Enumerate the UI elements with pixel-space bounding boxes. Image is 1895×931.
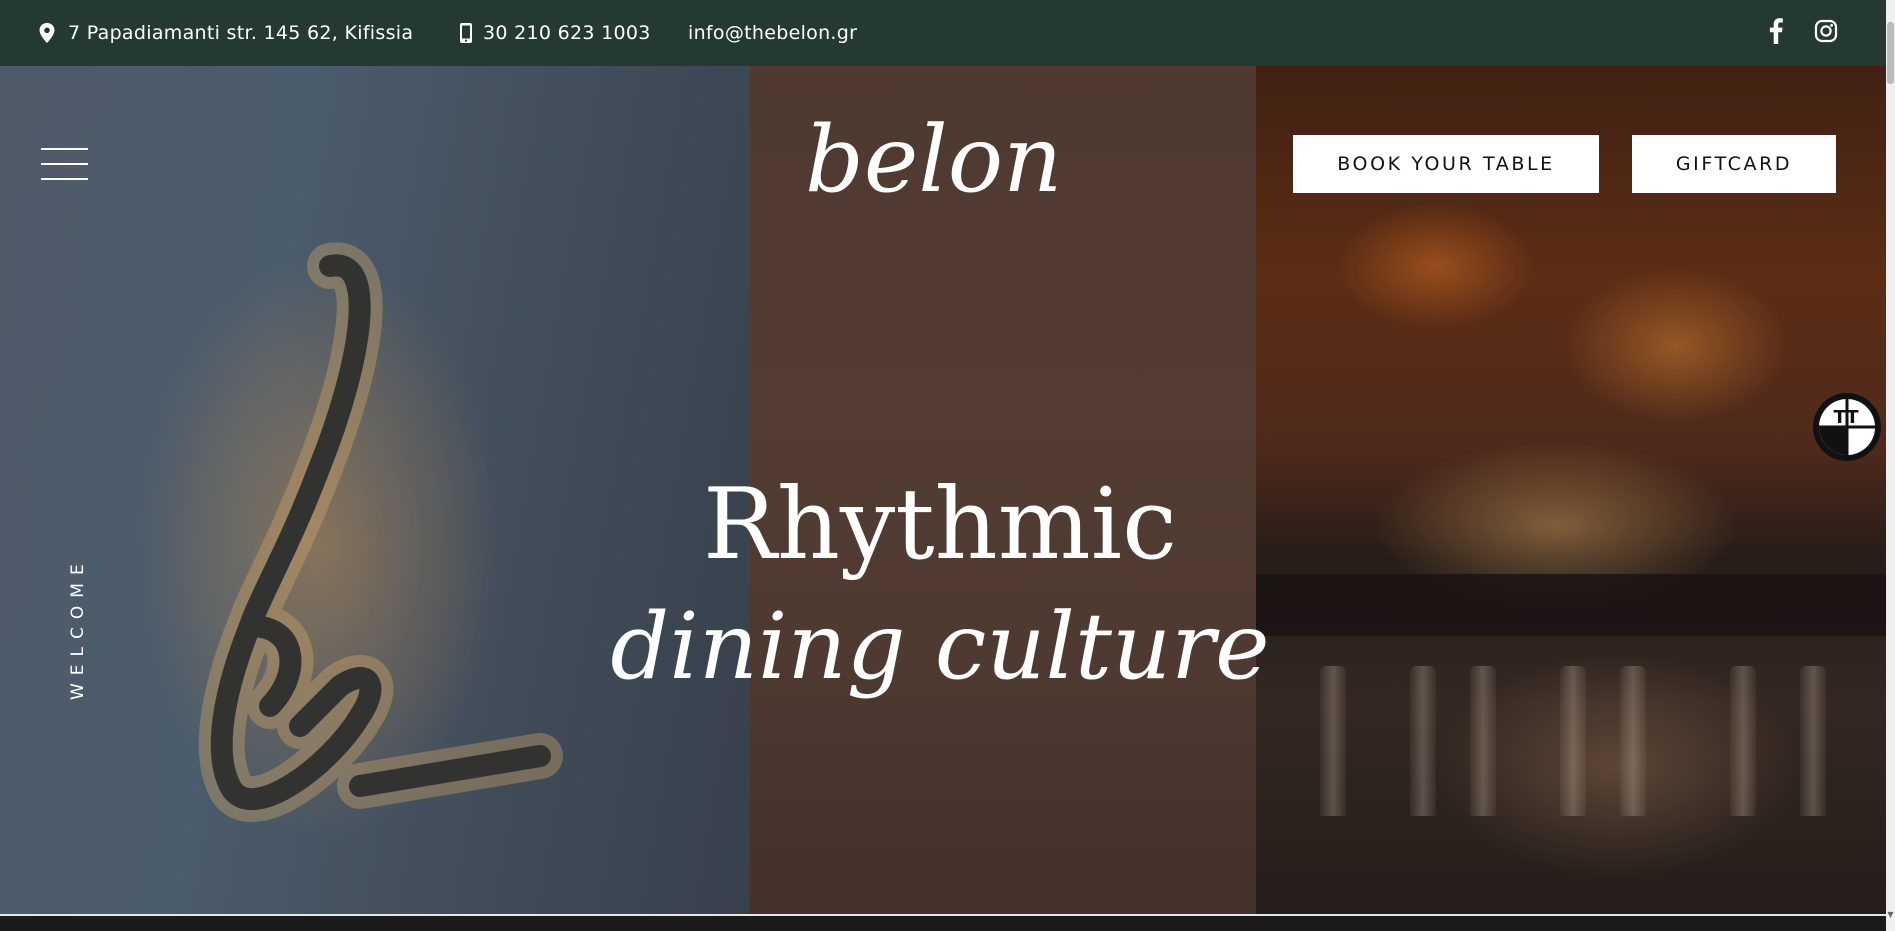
widget-label: TT xyxy=(1834,407,1860,428)
hamburger-line xyxy=(41,163,88,165)
hamburger-line xyxy=(41,148,88,150)
hero-headline-line2: dining culture xyxy=(610,593,1270,700)
menu-button[interactable] xyxy=(41,148,88,180)
instagram-icon xyxy=(1814,19,1838,47)
facebook-icon xyxy=(1769,18,1783,48)
text-size-widget[interactable]: TT xyxy=(1813,393,1881,461)
address-text: 7 Papadiamanti str. 145 62, Kifissia xyxy=(68,22,414,44)
scrollbar-thumb[interactable] xyxy=(1887,22,1894,84)
giftcard-button[interactable]: GIFTCARD xyxy=(1632,135,1836,193)
giftcard-label: GIFTCARD xyxy=(1675,153,1793,175)
book-table-label: BOOK YOUR TABLE xyxy=(1337,153,1555,175)
facebook-link[interactable] xyxy=(1764,0,1788,66)
location-pin-icon xyxy=(38,22,56,44)
hamburger-line xyxy=(41,178,88,180)
hero-headline-line1: Rhythmic xyxy=(703,468,1177,582)
site-logo[interactable]: belon. xyxy=(805,96,1092,213)
instagram-link[interactable] xyxy=(1812,0,1840,66)
logo-text: belon. xyxy=(805,106,1065,206)
address-item[interactable]: 7 Papadiamanti str. 145 62, Kifissia xyxy=(38,0,413,66)
welcome-side-label: WELCOME xyxy=(68,556,88,700)
text-size-accessibility-icon: TT xyxy=(1819,399,1875,455)
phone-item[interactable]: 30 210 623 1003 xyxy=(459,0,651,66)
next-section-edge xyxy=(0,914,1886,931)
email-text: info@thebelon.gr xyxy=(688,22,858,44)
top-contact-bar: 7 Papadiamanti str. 145 62, Kifissia 30 … xyxy=(0,0,1886,66)
phone-icon xyxy=(459,22,473,44)
email-item[interactable]: info@thebelon.gr xyxy=(688,0,857,66)
book-table-button[interactable]: BOOK YOUR TABLE xyxy=(1293,135,1599,193)
phone-text: 30 210 623 1003 xyxy=(483,22,651,44)
scroll-down-arrow-icon[interactable]: ▼ xyxy=(1886,910,1895,919)
page-scrollbar[interactable]: ▼ xyxy=(1886,0,1895,931)
